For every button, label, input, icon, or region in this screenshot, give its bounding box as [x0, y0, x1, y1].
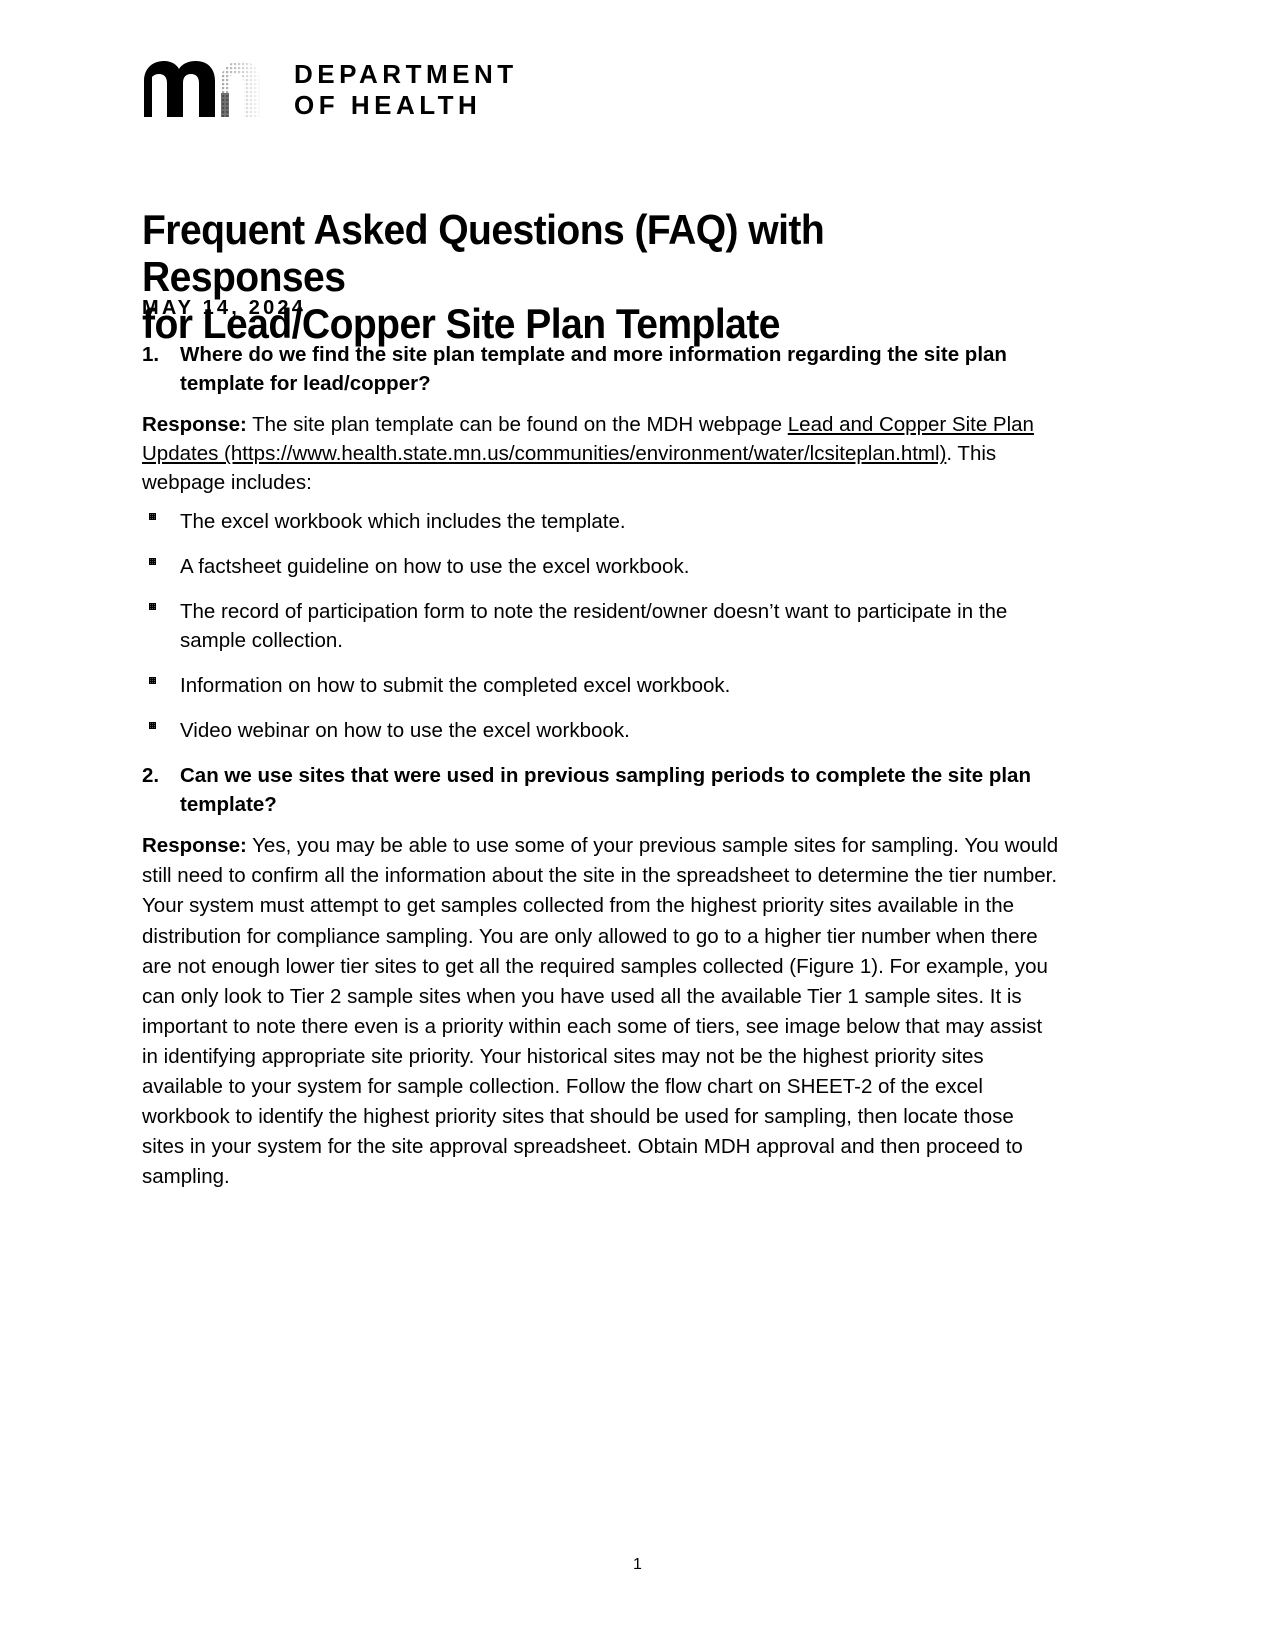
- logo-line-department: DEPARTMENT: [294, 59, 518, 90]
- faq-1-bullet-list: The excel workbook which includes the te…: [142, 507, 1060, 746]
- list-item-label: Video webinar on how to use the excel wo…: [180, 719, 630, 743]
- square-bullet-icon: [142, 716, 180, 739]
- list-item: Information on how to submit the complet…: [142, 671, 1060, 700]
- faq-question-text-2: Can we use sites that were used in previ…: [180, 764, 1031, 817]
- faq-response-2: Response: Yes, you may be able to use so…: [142, 831, 1060, 1191]
- page-title: Frequent Asked Questions (FAQ) with Resp…: [142, 206, 1016, 347]
- square-bullet-icon: [142, 671, 180, 694]
- list-item: A factsheet guideline on how to use the …: [142, 552, 1060, 581]
- document-body: 1. Where do we find the site plan templa…: [142, 340, 1060, 1192]
- document-date: MAY 14, 2024: [142, 297, 307, 319]
- list-item: The excel workbook which includes the te…: [142, 507, 1060, 536]
- faq-response-1: Response: The site plan template can be …: [142, 410, 1060, 497]
- list-item-label: The record of participation form to note…: [180, 599, 1008, 652]
- faq-number-1: 1.: [142, 343, 160, 366]
- square-bullet-icon: [142, 597, 180, 620]
- list-item: The record of participation form to note…: [142, 597, 1060, 655]
- faq-number-2: 2.: [142, 764, 160, 788]
- response-intro-1: The site plan template can be found on t…: [246, 413, 788, 437]
- page-title-line-1: Frequent Asked Questions (FAQ) with Resp…: [142, 206, 825, 301]
- logo-wordmark: DEPARTMENT OF HEALTH: [294, 59, 518, 120]
- square-bullet-icon: [142, 507, 180, 530]
- faq-question-text-1: Where do we find the site plan template …: [180, 343, 1007, 396]
- response-label-1: Response:: [142, 413, 247, 437]
- document-page: DEPARTMENT OF HEALTH Frequent Asked Ques…: [0, 0, 1275, 1650]
- list-item-label: A factsheet guideline on how to use the …: [180, 554, 690, 578]
- page-number: 1: [633, 1556, 642, 1573]
- mn-logo-icon: [144, 61, 260, 117]
- list-item-label: The excel workbook which includes the te…: [180, 509, 626, 533]
- faq-question-2: 2. Can we use sites that were used in pr…: [142, 761, 1060, 819]
- list-item-label: Information on how to submit the complet…: [180, 673, 731, 697]
- mdh-logo: DEPARTMENT OF HEALTH: [142, 54, 518, 126]
- response-label-2: Response:: [142, 834, 247, 858]
- logo-line-of-health: OF HEALTH: [294, 90, 482, 120]
- square-bullet-icon: [142, 552, 180, 575]
- list-item: Video webinar on how to use the excel wo…: [142, 716, 1060, 745]
- faq-question-1: 1. Where do we find the site plan templa…: [142, 340, 1060, 398]
- response-body-2: Yes, you may be able to use some of your…: [142, 834, 1059, 1188]
